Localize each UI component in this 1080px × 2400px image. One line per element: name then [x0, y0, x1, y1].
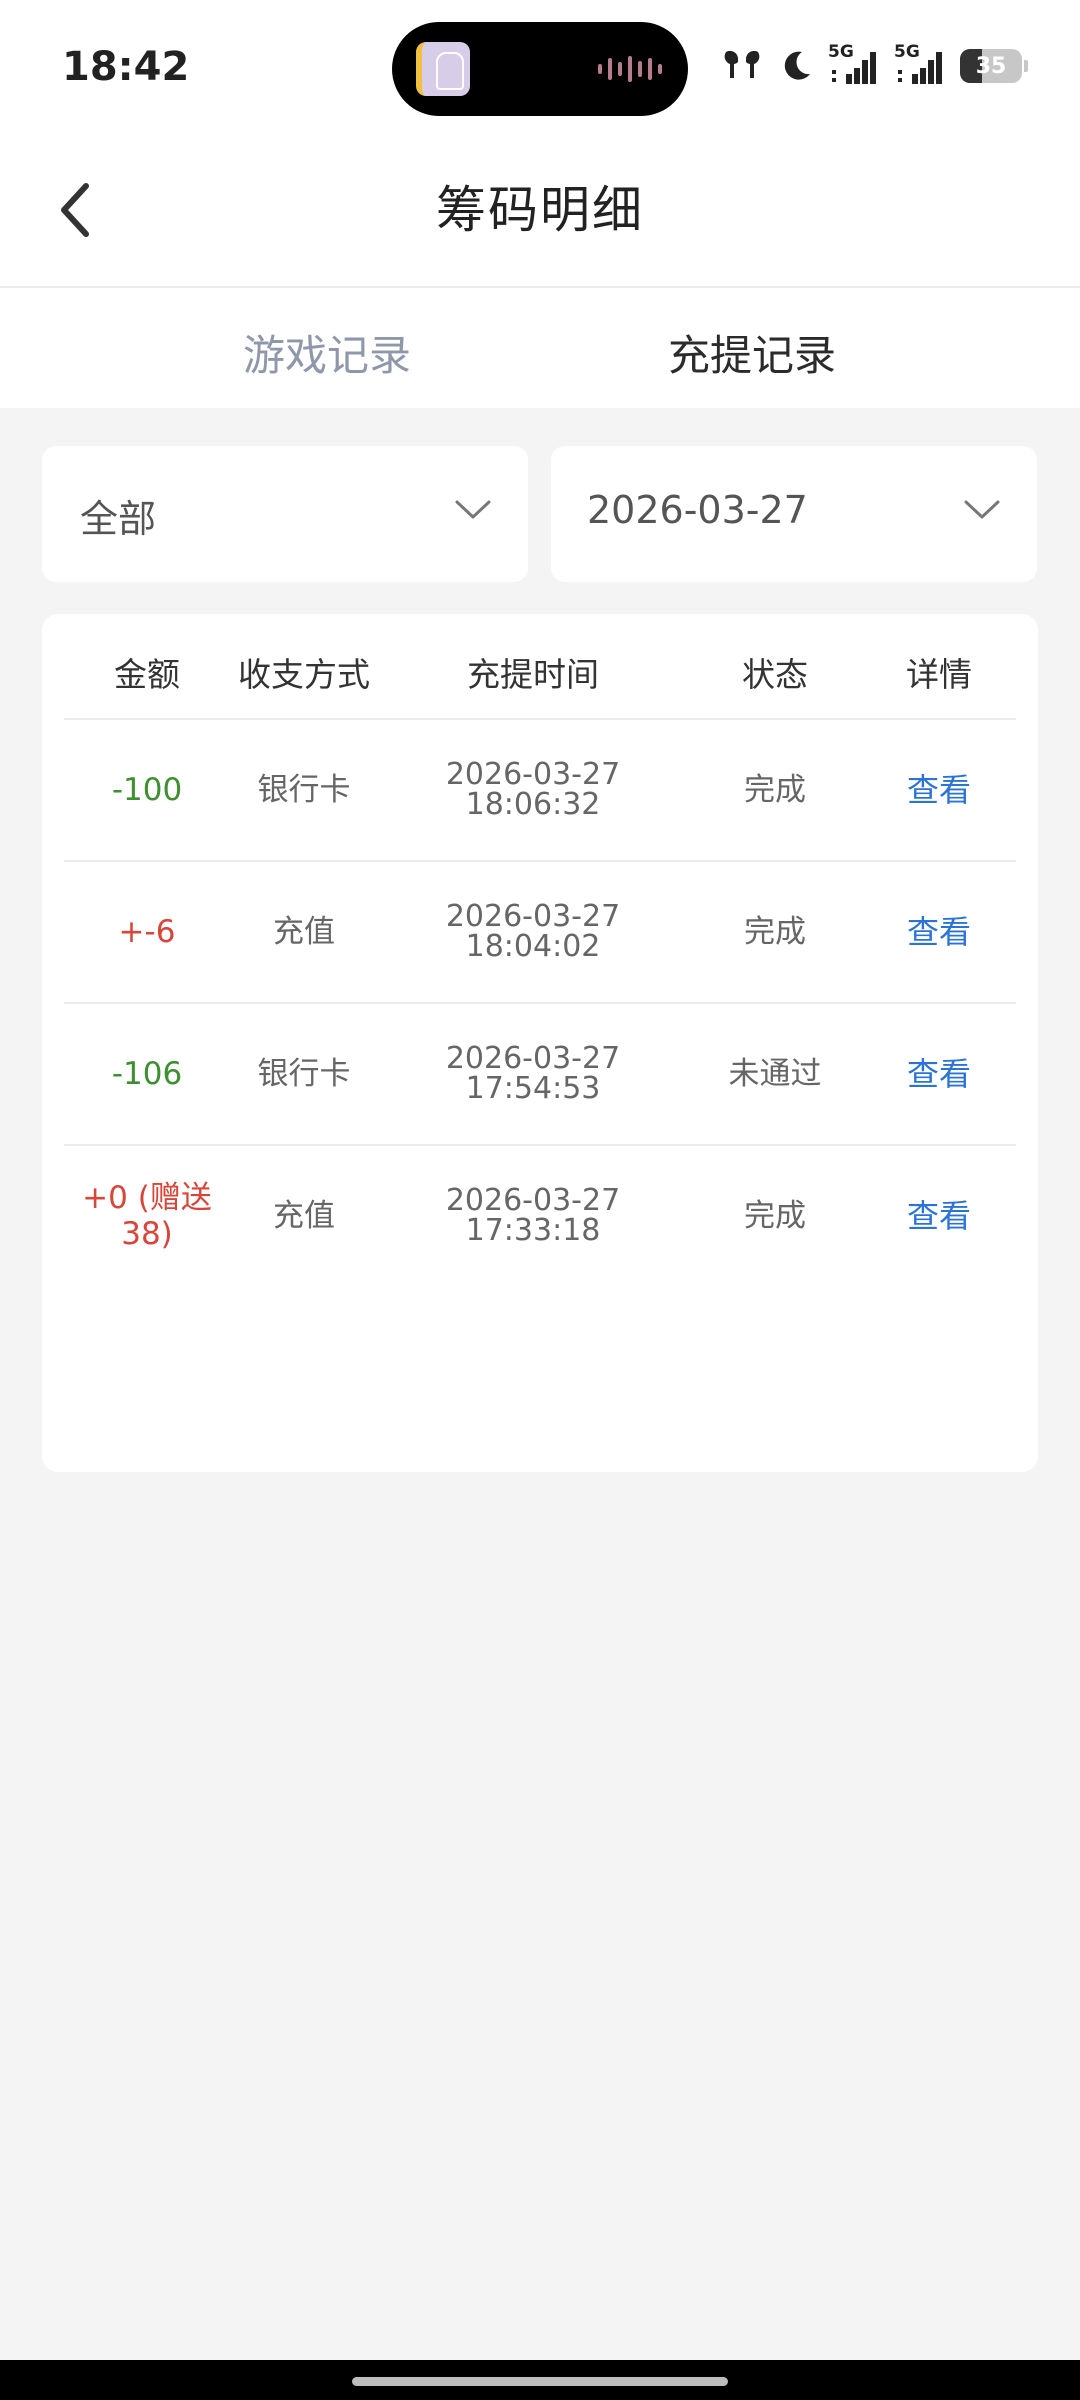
time-clock: 18:06:32	[465, 787, 601, 822]
signal-5g-icon-2: 5G	[894, 42, 946, 86]
column-header-method: 收支方式	[238, 655, 370, 694]
chevron-down-icon	[455, 500, 491, 519]
table-row: +-6 充值 2026-03-27 18:04:02 完成 查看	[64, 862, 1016, 1004]
column-header-detail: 详情	[906, 655, 972, 694]
date-filter-dropdown[interactable]: 2026-03-27	[551, 446, 1037, 582]
page-title: 筹码明细	[436, 181, 644, 239]
table-row: +0 (赠送38) 充值 2026-03-27 17:33:18 完成 查看	[64, 1146, 1016, 1288]
time-date: 2026-03-27	[445, 757, 621, 792]
system-nav-bar	[0, 2360, 1080, 2400]
view-link[interactable]: 查看	[862, 862, 1016, 1002]
time-clock: 17:54:53	[465, 1071, 601, 1106]
method-cell: 银行卡	[257, 771, 351, 808]
time-clock: 17:33:18	[465, 1213, 601, 1248]
battery-icon: 35	[960, 49, 1028, 83]
view-link[interactable]: 查看	[862, 720, 1016, 860]
amount-cell: +0 (赠送38)	[82, 1180, 212, 1252]
amount-cell: +-6	[118, 913, 176, 950]
time-cell: 2026-03-27 18:04:02	[378, 862, 688, 1002]
records-table: 金额 收支方式 充提时间 状态 详情 -100 银行卡 2026-03-27 1…	[42, 614, 1038, 1472]
table-row: -106 银行卡 2026-03-27 17:54:53 未通过 查看	[64, 1004, 1016, 1146]
time-date: 2026-03-27	[445, 1183, 621, 1218]
type-filter-value: 全部	[80, 497, 157, 541]
amount-cell: -106	[111, 1055, 183, 1092]
moon-icon	[784, 51, 810, 80]
earbuds-icon	[724, 50, 760, 78]
status-time: 18:42	[62, 44, 190, 90]
method-cell: 充值	[273, 1197, 335, 1234]
column-header-status: 状态	[742, 655, 808, 694]
time-cell: 2026-03-27 17:54:53	[378, 1004, 688, 1144]
time-date: 2026-03-27	[445, 1041, 621, 1076]
view-link[interactable]: 查看	[862, 1146, 1016, 1286]
status-cell: 未通过	[728, 1055, 822, 1092]
view-link[interactable]: 查看	[862, 1004, 1016, 1144]
status-cell: 完成	[744, 771, 806, 808]
time-clock: 18:04:02	[465, 929, 601, 964]
time-date: 2026-03-27	[445, 899, 621, 934]
status-cell: 完成	[744, 913, 806, 950]
amount-cell: -100	[111, 771, 183, 808]
status-bar: 18:42 5G 5G 35	[0, 0, 1080, 130]
column-header-time: 充提时间	[467, 655, 599, 694]
table-header: 金额 收支方式 充提时间 状态 详情	[64, 614, 1016, 720]
chevron-down-icon	[964, 500, 1000, 519]
table-row: -100 银行卡 2026-03-27 18:06:32 完成 查看	[64, 720, 1016, 862]
home-indicator[interactable]	[352, 2377, 728, 2386]
type-filter-dropdown[interactable]: 全部	[42, 446, 528, 582]
album-art-icon	[416, 42, 470, 96]
date-filter-value: 2026-03-27	[587, 488, 808, 532]
method-cell: 银行卡	[257, 1055, 351, 1092]
status-cell: 完成	[744, 1197, 806, 1234]
audio-wave-icon	[598, 56, 662, 82]
time-cell: 2026-03-27 18:06:32	[378, 720, 688, 860]
battery-level: 35	[975, 53, 1007, 79]
page-header: 筹码明细	[0, 130, 1080, 288]
status-icons: 5G 5G 35	[720, 42, 1028, 88]
tab-bar: 游戏记录 充提记录	[0, 288, 1080, 408]
dynamic-island[interactable]	[392, 22, 688, 116]
method-cell: 充值	[273, 913, 335, 950]
column-header-amount: 金额	[114, 655, 180, 694]
tab-recharge-records[interactable]: 充提记录	[622, 322, 882, 383]
time-cell: 2026-03-27 17:33:18	[378, 1146, 688, 1286]
signal-5g-icon: 5G	[828, 42, 880, 86]
tab-game-records[interactable]: 游戏记录	[197, 322, 457, 383]
